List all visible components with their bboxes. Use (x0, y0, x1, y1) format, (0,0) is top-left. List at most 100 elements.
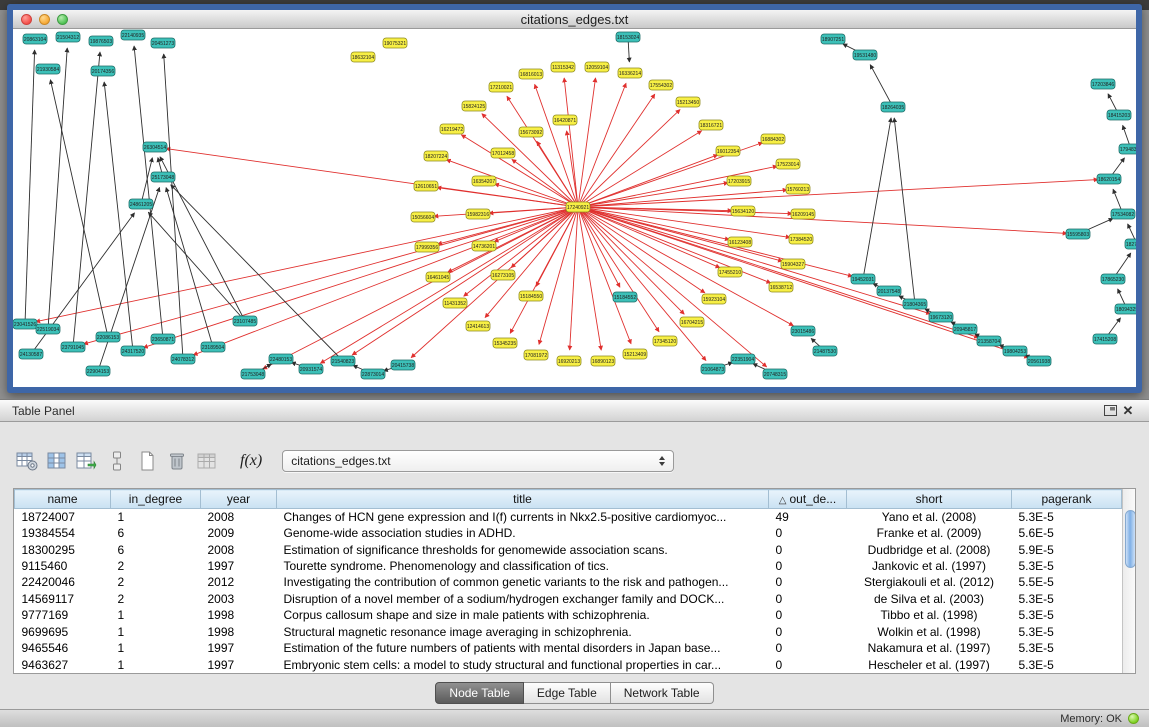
graph-node[interactable]: 21804365 (903, 299, 927, 309)
graph-node[interactable]: 22904153 (86, 366, 110, 376)
table-cell[interactable]: 2008 (201, 541, 277, 557)
graph-node[interactable]: 14736201 (472, 241, 496, 251)
table-cell[interactable]: 2 (111, 574, 201, 590)
table-cell[interactable]: 2008 (201, 509, 277, 525)
graph-node[interactable]: 18094325 (1115, 304, 1136, 314)
graph-edge[interactable] (578, 155, 718, 207)
table-cell[interactable]: 5.3E-5 (1012, 640, 1122, 656)
graph-node[interactable]: 24861205 (129, 199, 153, 209)
graph-node[interactable]: 17865230 (1101, 274, 1125, 284)
graph-edge[interactable] (578, 180, 1098, 207)
graph-edge[interactable] (263, 207, 578, 369)
graph-node[interactable]: 15824125 (462, 101, 486, 111)
table-cell[interactable]: 2009 (201, 525, 277, 541)
graph-node[interactable]: 15213450 (676, 97, 700, 107)
table-selector-dropdown[interactable]: citations_edges.txt (282, 450, 674, 472)
column-header-year[interactable]: year (201, 490, 277, 509)
graph-node[interactable]: 16336214 (618, 68, 642, 78)
graph-edge[interactable] (578, 207, 706, 361)
table-cell[interactable]: 18300295 (15, 541, 111, 557)
graph-node[interactable]: 15213409 (623, 349, 647, 359)
graph-node[interactable]: 17455210 (718, 267, 742, 277)
table-cell[interactable]: 1997 (201, 656, 277, 673)
graph-node[interactable]: 15595803 (1066, 229, 1090, 239)
graph-edge[interactable] (446, 160, 578, 207)
table-cell[interactable]: 2 (111, 558, 201, 574)
table-cell[interactable]: Jankovic et al. (1997) (847, 558, 1012, 574)
graph-node[interactable]: 16012354 (716, 146, 740, 156)
table-cell[interactable]: 1998 (201, 607, 277, 623)
table-cell[interactable]: 1 (111, 607, 201, 623)
table-cell[interactable]: 0 (769, 558, 847, 574)
table-cell[interactable]: 0 (769, 541, 847, 557)
column-header-out-de[interactable]: △out_de... (769, 490, 847, 509)
new-table-icon[interactable] (134, 448, 160, 474)
column-header-pagerank[interactable]: pagerank (1012, 490, 1122, 509)
graph-edge[interactable] (171, 185, 343, 361)
table-cell[interactable]: 5.5E-5 (1012, 574, 1122, 590)
table-cell[interactable]: 5.3E-5 (1012, 509, 1122, 525)
table-cell[interactable]: 0 (769, 574, 847, 590)
column-header-name[interactable]: name (15, 490, 111, 509)
table-cell[interactable]: Tourette syndrome. Phenomenology and cla… (277, 558, 769, 574)
graph-edge[interactable] (512, 159, 578, 207)
graph-node[interactable]: 15184552 (613, 292, 637, 302)
table-row[interactable]: 946554611997Estimation of the future num… (15, 640, 1122, 656)
table-cell[interactable]: Corpus callosum shape and size in male p… (277, 607, 769, 623)
table-row[interactable]: 946362711997Embryonic stem cells: a mode… (15, 656, 1122, 673)
table-cell[interactable]: 5.3E-5 (1012, 558, 1122, 574)
graph-node[interactable]: 15982316 (466, 209, 490, 219)
graph-node[interactable]: 15904327 (781, 259, 805, 269)
graph-node[interactable]: 17203915 (727, 176, 751, 186)
network-canvas[interactable]: 1724092116920213170819721534523512414613… (13, 29, 1136, 387)
graph-node[interactable]: 19452031 (851, 274, 875, 284)
table-cell[interactable]: Stergiakouli et al. (2012) (847, 574, 1012, 590)
table-cell[interactable]: 1 (111, 509, 201, 525)
graph-node[interactable]: 22873014 (361, 369, 385, 379)
network-window-titlebar[interactable]: citations_edges.txt (13, 10, 1136, 29)
graph-node[interactable]: 19531480 (853, 50, 877, 60)
table-row[interactable]: 911546021997Tourette syndrome. Phenomeno… (15, 558, 1122, 574)
graph-node[interactable]: 17240921 (566, 202, 590, 212)
table-cell[interactable]: Yano et al. (2008) (847, 509, 1012, 525)
graph-node[interactable]: 17999356 (415, 242, 439, 252)
graph-edge[interactable] (870, 65, 893, 107)
graph-node[interactable]: 23791045 (61, 342, 85, 352)
graph-node[interactable]: 16219472 (440, 124, 464, 134)
graph-node[interactable]: 16890123 (591, 356, 615, 366)
table-cell[interactable]: Franke et al. (2009) (847, 525, 1012, 541)
graph-node[interactable]: 18264035 (881, 102, 905, 112)
table-row[interactable]: 1830029562008Estimation of significance … (15, 541, 1122, 557)
graph-node[interactable]: 24130587 (19, 349, 43, 359)
table-cell[interactable]: 14569117 (15, 591, 111, 607)
graph-edge[interactable] (134, 46, 163, 339)
graph-node[interactable]: 17554302 (649, 80, 673, 90)
table-cell[interactable]: 5.3E-5 (1012, 607, 1122, 623)
table-cell[interactable]: Investigating the contribution of common… (277, 574, 769, 590)
graph-edge[interactable] (578, 207, 790, 237)
graph-node[interactable]: 19075321 (383, 38, 407, 48)
table-row[interactable]: 969969511998Structural magnetic resonanc… (15, 624, 1122, 640)
graph-edge[interactable] (461, 135, 578, 207)
graph-node[interactable]: 11315342 (551, 62, 575, 72)
graph-node[interactable]: 20748315 (763, 369, 787, 379)
table-cell[interactable]: 5.9E-5 (1012, 541, 1122, 557)
table-cell[interactable]: Hescheler et al. (1997) (847, 656, 1012, 673)
graph-node[interactable]: 20863104 (23, 34, 47, 44)
graph-node[interactable]: 15345235 (493, 338, 517, 348)
graph-node[interactable]: 15184550 (519, 291, 543, 301)
table-cell[interactable]: 2003 (201, 591, 277, 607)
table-row[interactable]: 1872400712008Changes of HCN gene express… (15, 509, 1122, 525)
table-cell[interactable]: 9465546 (15, 640, 111, 656)
graph-node[interactable]: 17081972 (524, 350, 548, 360)
graph-node[interactable]: 21358704 (977, 336, 1001, 346)
table-cell[interactable]: 19384554 (15, 525, 111, 541)
graph-node[interactable]: 22519034 (36, 324, 60, 334)
graph-node[interactable]: 20415738 (391, 360, 415, 370)
graph-node[interactable]: 15634120 (731, 206, 755, 216)
table-cell[interactable]: Tibbo et al. (1998) (847, 607, 1012, 623)
table-mode-icon[interactable] (14, 448, 40, 474)
table-cell[interactable]: 1 (111, 640, 201, 656)
graph-node[interactable]: 12610651 (414, 181, 438, 191)
graph-node[interactable]: 17210021 (489, 82, 513, 92)
